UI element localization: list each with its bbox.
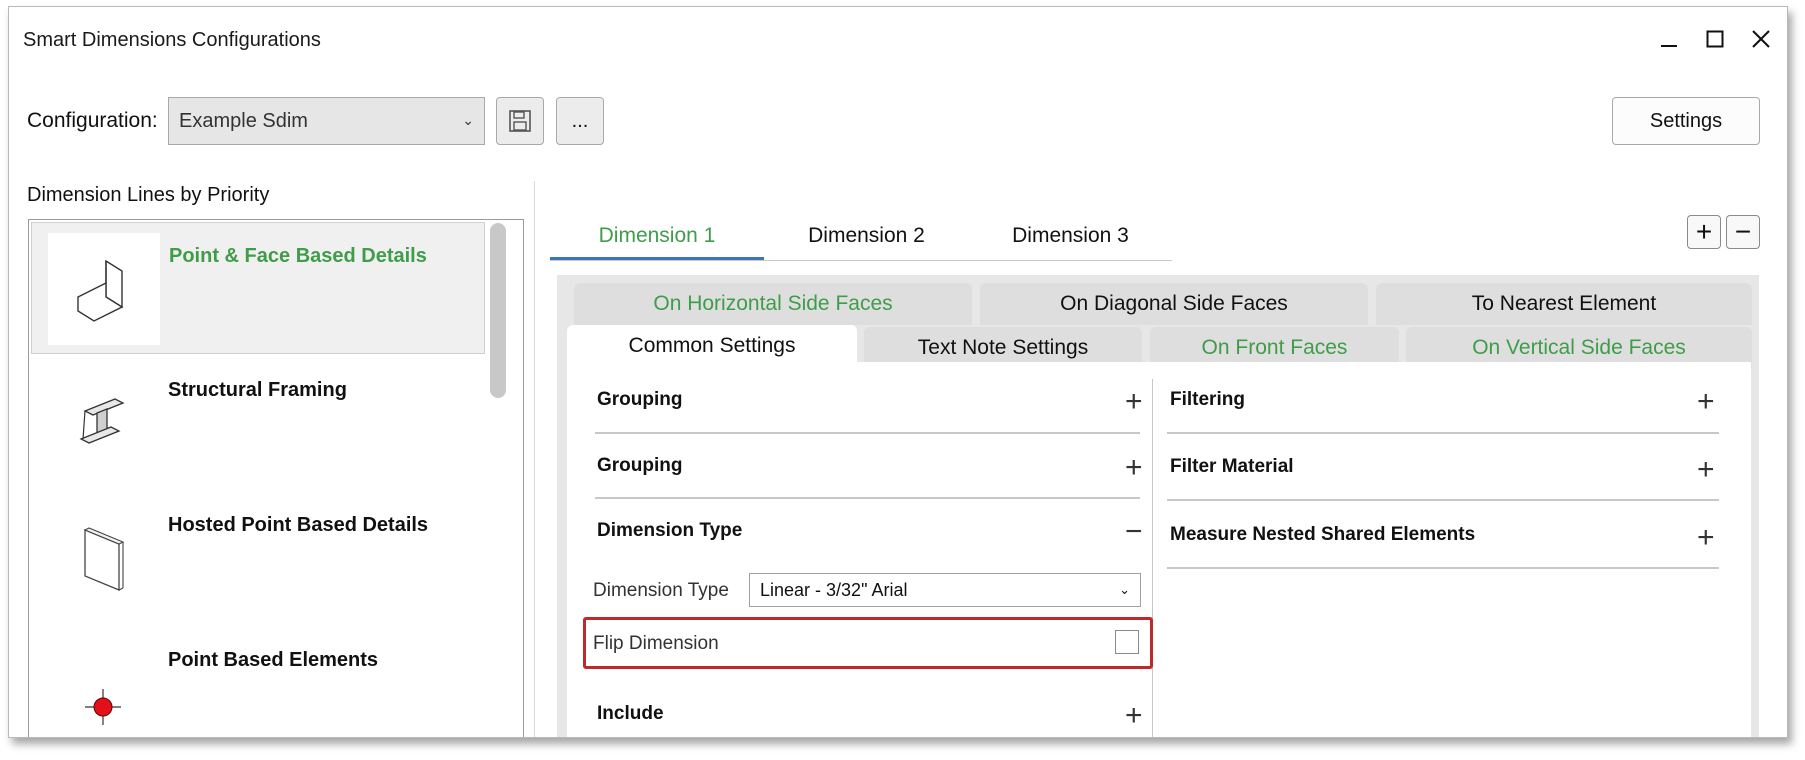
- tab-on-diagonal-side-faces[interactable]: On Diagonal Side Faces: [980, 283, 1368, 325]
- list-item[interactable]: Structural Framing: [31, 357, 485, 489]
- l-bracket-icon: [48, 233, 160, 345]
- configuration-value: Example Sdim: [179, 109, 308, 132]
- close-button[interactable]: [1738, 17, 1784, 61]
- minus-icon: −: [1734, 216, 1752, 247]
- list-item-label: Structural Framing: [168, 379, 347, 401]
- tab-strip-baseline: [550, 260, 1172, 261]
- more-label: ...: [571, 109, 589, 132]
- list-item-label: Point & Face Based Details: [169, 245, 427, 267]
- minimize-icon: [1661, 45, 1677, 47]
- tab-dimension-2[interactable]: Dimension 2: [764, 212, 969, 260]
- list-item-label: Hosted Point Based Details: [168, 514, 429, 536]
- plus-icon: +: [1695, 216, 1713, 247]
- list-item[interactable]: Point Based Elements: [31, 627, 485, 737]
- save-icon: [509, 110, 531, 132]
- dimension-type-collapse-button[interactable]: −: [1125, 517, 1143, 547]
- grouping-section-title: Grouping: [597, 455, 683, 476]
- tab-dimension-3[interactable]: Dimension 3: [969, 212, 1172, 260]
- flip-dimension-highlight: [583, 617, 1153, 669]
- remove-dimension-button[interactable]: −: [1726, 215, 1760, 249]
- column-separator: [1152, 379, 1153, 737]
- section-divider: [1167, 432, 1719, 434]
- list-item-label: Point Based Elements: [168, 649, 379, 671]
- chevron-down-icon: ⌄: [462, 112, 474, 128]
- panel-icon: [47, 502, 159, 614]
- configuration-select[interactable]: Example Sdim ⌄: [168, 97, 485, 145]
- filter-material-expand-button[interactable]: +: [1697, 455, 1715, 485]
- measure-nested-section-title: Measure Nested Shared Elements: [1170, 524, 1476, 545]
- dimension-type-value: Linear - 3/32" Arial: [760, 579, 908, 600]
- include-section-title: Include: [597, 703, 664, 724]
- i-beam-icon: [47, 367, 159, 479]
- list-scrollbar-thumb[interactable]: [490, 223, 506, 398]
- dimension-lines-list[interactable]: Point & Face Based Details Structural Fr…: [28, 219, 524, 737]
- window-title: Smart Dimensions Configurations: [23, 29, 321, 51]
- dimension-type-label: Dimension Type: [593, 580, 729, 601]
- configuration-label: Configuration:: [27, 109, 158, 132]
- grouping-expand-button[interactable]: +: [1125, 387, 1143, 417]
- grouping-section-title: Grouping: [597, 389, 683, 410]
- dimension-type-section-title: Dimension Type: [597, 520, 743, 541]
- section-divider: [1167, 567, 1719, 569]
- more-options-button[interactable]: ...: [556, 97, 604, 145]
- save-button[interactable]: [496, 97, 544, 145]
- maximize-button[interactable]: [1692, 17, 1738, 61]
- active-tab-indicator: [550, 257, 764, 260]
- tab-dimension-1[interactable]: Dimension 1: [550, 212, 764, 260]
- filtering-section-title: Filtering: [1170, 389, 1245, 410]
- tab-common-settings[interactable]: Common Settings: [567, 325, 857, 367]
- smart-dimensions-window: Smart Dimensions Configurations Configur…: [8, 6, 1788, 738]
- list-item[interactable]: Hosted Point Based Details: [31, 492, 485, 624]
- panel-divider: [534, 181, 535, 737]
- grouping-expand-button[interactable]: +: [1125, 453, 1143, 483]
- section-divider: [1167, 499, 1719, 501]
- chevron-down-icon: ⌄: [1119, 582, 1130, 597]
- close-icon: [1752, 30, 1770, 48]
- tab-on-horizontal-side-faces[interactable]: On Horizontal Side Faces: [574, 283, 972, 325]
- dimension-type-select[interactable]: Linear - 3/32" Arial ⌄: [749, 573, 1141, 607]
- section-divider: [595, 432, 1140, 434]
- tab-to-nearest-element[interactable]: To Nearest Element: [1376, 283, 1752, 325]
- minimize-button[interactable]: [1646, 17, 1692, 61]
- red-point-icon: [47, 637, 159, 737]
- section-divider: [595, 497, 1140, 499]
- add-dimension-button[interactable]: +: [1687, 215, 1721, 249]
- list-item[interactable]: Point & Face Based Details: [31, 222, 485, 354]
- filter-material-section-title: Filter Material: [1170, 456, 1294, 477]
- settings-label: Settings: [1649, 109, 1723, 132]
- common-settings-content: [567, 362, 1751, 737]
- include-expand-button[interactable]: +: [1125, 701, 1143, 731]
- dimension-lines-title: Dimension Lines by Priority: [27, 184, 270, 206]
- filtering-expand-button[interactable]: +: [1697, 387, 1715, 417]
- settings-button[interactable]: Settings: [1612, 97, 1760, 145]
- maximize-icon: [1706, 30, 1724, 48]
- measure-nested-expand-button[interactable]: +: [1697, 523, 1715, 553]
